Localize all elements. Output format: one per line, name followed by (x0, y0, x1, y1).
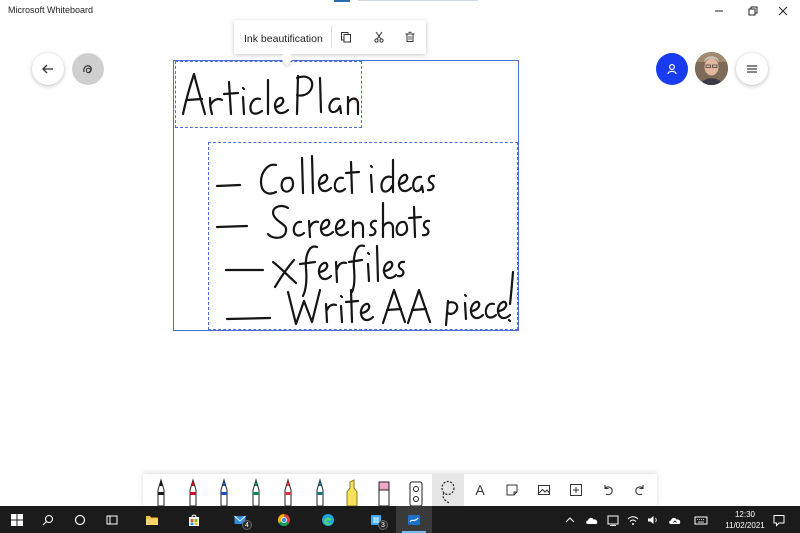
image-icon (538, 485, 550, 495)
redo-icon (635, 485, 644, 496)
text-icon: A (475, 482, 485, 498)
chrome-icon (277, 513, 290, 526)
task-view-button[interactable] (98, 506, 126, 533)
pen-teal-tool[interactable] (304, 474, 336, 506)
notification-icon (773, 514, 785, 527)
wifi-icon (627, 515, 639, 525)
edge-icon (322, 513, 334, 526)
undo-button[interactable] (592, 474, 624, 506)
pen-icon (189, 478, 197, 506)
start-button[interactable] (0, 506, 34, 533)
onedrive-button[interactable] (582, 506, 602, 533)
whiteboard-icon (408, 514, 420, 525)
note-tool[interactable] (496, 474, 528, 506)
pen-green-tool[interactable] (240, 474, 272, 506)
pen-icon (157, 478, 165, 506)
clock-time: 12:30 (734, 510, 756, 519)
chrome-button[interactable] (270, 506, 298, 533)
touchscreen-icon (607, 515, 619, 526)
eraser-tool[interactable] (368, 474, 400, 506)
windows-logo-icon (11, 513, 23, 526)
cortana-button[interactable] (66, 506, 94, 533)
pen-black-tool[interactable] (145, 474, 177, 506)
pen-icon (252, 478, 260, 506)
pen-icon (284, 478, 292, 506)
whiteboard-app: Microsoft Whiteboard Ink beautification … (0, 0, 800, 533)
folder-icon (146, 515, 158, 525)
volume-button[interactable] (644, 506, 662, 533)
redo-button[interactable] (624, 474, 656, 506)
handwriting-ink (181, 72, 515, 327)
touch-keyboard-button[interactable] (690, 506, 712, 533)
files-badge: 3 (378, 520, 388, 530)
cortana-icon (74, 514, 86, 525)
clock[interactable]: 12:30 11/02/2021 (720, 509, 770, 531)
copy-button[interactable] (337, 28, 355, 46)
windows-taskbar: 4 3 12:30 11/02/2021 (0, 506, 800, 533)
sticky-note-icon (506, 484, 518, 496)
pen-tray-button[interactable] (604, 506, 622, 533)
text-tool[interactable]: A (464, 474, 496, 506)
ink-beautification-button[interactable]: Ink beautification (244, 33, 323, 45)
lasso-select-tool[interactable] (432, 474, 464, 506)
search-icon (42, 514, 54, 525)
undo-icon (604, 485, 613, 496)
trash-icon (405, 31, 415, 42)
mail-badge: 4 (242, 520, 252, 530)
context-menu-divider (331, 26, 332, 48)
ruler-tool[interactable] (400, 474, 432, 506)
plus-box-icon (570, 484, 582, 496)
pen-red-2-tool[interactable] (272, 474, 304, 506)
inking-toolbar: A (143, 474, 657, 506)
highlighter-icon (346, 479, 358, 506)
show-hidden-icons-button[interactable] (562, 506, 578, 533)
file-explorer-button[interactable] (138, 506, 166, 533)
clock-date: 11/02/2021 (725, 521, 765, 530)
search-button[interactable] (34, 506, 62, 533)
scissors-icon (374, 31, 384, 43)
selection-context-menu: Ink beautification (234, 20, 426, 66)
action-center-button[interactable] (768, 506, 790, 533)
cloud-upload-icon (669, 517, 681, 524)
files-app-button[interactable]: 3 (362, 506, 390, 533)
eraser-icon (378, 481, 390, 506)
copy-icon (341, 32, 351, 43)
keyboard-icon (694, 516, 708, 524)
pen-red-tool[interactable] (177, 474, 209, 506)
store-button[interactable] (180, 506, 208, 533)
ruler-icon (409, 481, 423, 506)
mail-button[interactable]: 4 (226, 506, 254, 533)
pen-blue-tool[interactable] (208, 474, 240, 506)
whiteboard-taskbar-button[interactable] (396, 506, 432, 533)
wifi-button[interactable] (624, 506, 642, 533)
task-view-icon (106, 515, 118, 524)
cut-button[interactable] (370, 28, 388, 46)
onedrive-sync-button[interactable] (664, 506, 686, 533)
speaker-icon (648, 515, 657, 524)
cloud-icon (586, 517, 598, 524)
pen-icon (220, 478, 228, 506)
store-icon (189, 514, 199, 526)
insert-tool[interactable] (560, 474, 592, 506)
pen-icon (316, 478, 324, 506)
image-tool[interactable] (528, 474, 560, 506)
edge-button[interactable] (314, 506, 342, 533)
delete-button[interactable] (401, 28, 419, 46)
lasso-icon (441, 480, 455, 504)
chevron-up-icon (565, 516, 575, 522)
highlighter-tool[interactable] (336, 474, 368, 506)
